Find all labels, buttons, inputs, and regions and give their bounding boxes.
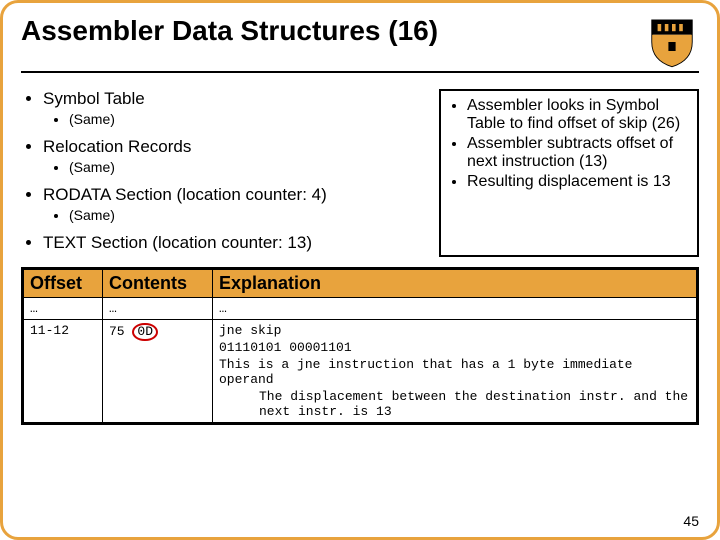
- explain-line-1: 01110101 00001101: [219, 340, 690, 355]
- cell-explain-0: …: [213, 298, 698, 320]
- cell-offset-0: …: [23, 298, 103, 320]
- table-header-row: Offset Contents Explanation: [23, 269, 698, 298]
- title-row: Assembler Data Structures (16): [21, 15, 699, 69]
- explain-line-2: This is a jne instruction that has a 1 b…: [219, 357, 690, 387]
- title-underline: [21, 71, 699, 73]
- bullet-symbol-table: Symbol Table: [43, 89, 145, 108]
- callout-line-2: Resulting displacement is 13: [467, 173, 689, 191]
- bullet-rodata-sub: (Same): [69, 207, 425, 223]
- bullet-relocation: Relocation Records: [43, 137, 191, 156]
- slide-title: Assembler Data Structures (16): [21, 15, 645, 47]
- slide-frame: Assembler Data Structures (16) Symbol Ta…: [0, 0, 720, 540]
- cell-offset-1: 11-12: [23, 320, 103, 424]
- bullet-symbol-table-sub: (Same): [69, 111, 425, 127]
- princeton-shield-icon: [645, 15, 699, 69]
- table-row: 11-12 75 0D jne skip 01110101 00001101 T…: [23, 320, 698, 424]
- content-row: Symbol Table (Same) Relocation Records (…: [21, 89, 699, 257]
- col-offset: Offset: [23, 269, 103, 298]
- contents-prefix: 75: [109, 324, 132, 339]
- table-row: … … …: [23, 298, 698, 320]
- callout-box: Assembler looks in Symbol Table to find …: [439, 89, 699, 257]
- page-number: 45: [683, 513, 699, 529]
- cell-contents-0: …: [103, 298, 213, 320]
- circled-byte: 0D: [132, 323, 158, 341]
- callout-line-0: Assembler looks in Symbol Table to find …: [467, 97, 689, 133]
- bullet-rodata: RODATA Section (location counter: 4): [43, 185, 327, 204]
- bullet-relocation-sub: (Same): [69, 159, 425, 175]
- callout-line-1: Assembler subtracts offset of next instr…: [467, 135, 689, 171]
- explain-line-0: jne skip: [219, 323, 690, 338]
- explain-line-3: The displacement between the destination…: [219, 389, 690, 419]
- bullet-text-section: TEXT Section (location counter: 13): [43, 233, 312, 252]
- cell-explain-1: jne skip 01110101 00001101 This is a jne…: [213, 320, 698, 424]
- left-bullets: Symbol Table (Same) Relocation Records (…: [21, 89, 425, 257]
- text-section-table: Offset Contents Explanation … … … 11-12 …: [21, 267, 699, 425]
- col-explanation: Explanation: [213, 269, 698, 298]
- cell-contents-1: 75 0D: [103, 320, 213, 424]
- col-contents: Contents: [103, 269, 213, 298]
